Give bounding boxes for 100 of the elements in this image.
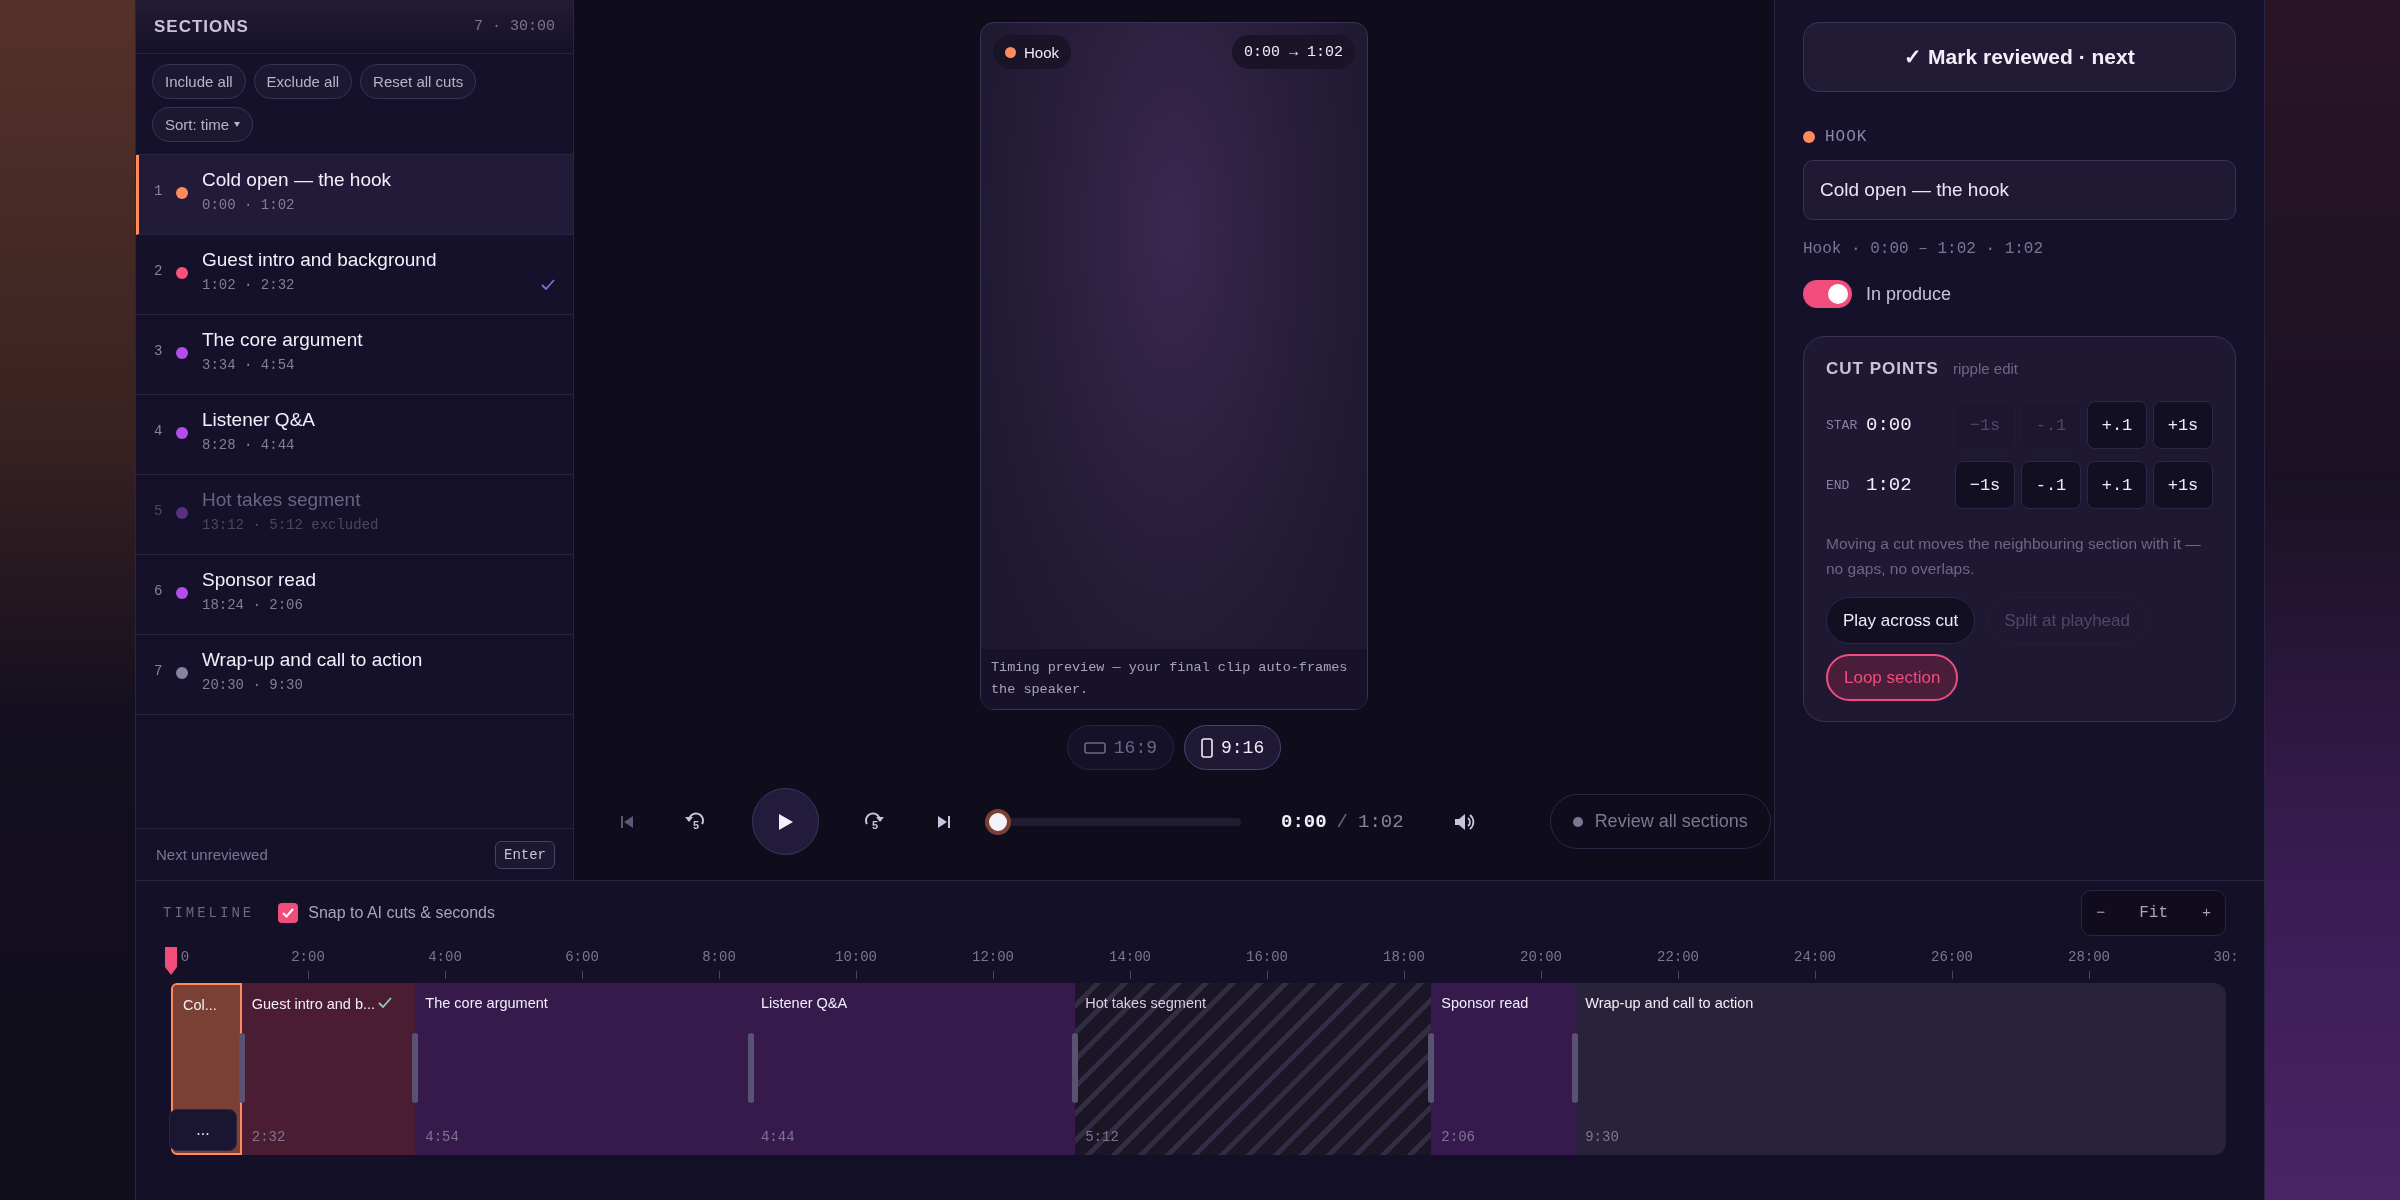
segment-title: Col... — [183, 997, 217, 1013]
sort-button[interactable]: Sort: time — [152, 107, 254, 142]
section-number: 7 — [154, 663, 164, 679]
cut-time: 0:00 — [1866, 414, 1912, 436]
cut-label: END — [1826, 477, 1851, 493]
resize-handle[interactable] — [412, 1033, 419, 1103]
bulk-action-button[interactable]: Reset all cuts — [360, 64, 477, 99]
segment-duration: 4:54 — [425, 1129, 460, 1145]
resize-handle[interactable] — [1428, 1033, 1435, 1103]
section-name-field[interactable]: Cold open — the hook — [1803, 160, 2236, 220]
section-number: 6 — [154, 583, 164, 599]
resize-handle[interactable] — [1072, 1033, 1079, 1103]
scrubber-slider[interactable] — [985, 808, 1241, 835]
timeline-segment[interactable]: The core argument 4:54 — [415, 983, 751, 1155]
segment-duration: 5:12 — [1085, 1129, 1120, 1145]
include-toggle[interactable] — [1803, 280, 1852, 308]
segment-title: The core argument — [425, 995, 548, 1011]
tick-label: 20:00 — [1520, 949, 1562, 965]
overflow-menu[interactable]: ... — [169, 1109, 237, 1151]
section-time: 20:30 · 9:30 — [202, 677, 304, 693]
status-dot — [1572, 816, 1583, 827]
timeline-segment[interactable]: Guest intro and b... 2:32 — [241, 983, 416, 1155]
cut-action-button[interactable]: Loop section — [1826, 654, 1959, 701]
resize-handle[interactable] — [238, 1033, 245, 1103]
check-icon — [541, 279, 555, 291]
section-title: Wrap-up and call to action — [202, 649, 424, 671]
playhead-handle[interactable] — [165, 947, 177, 975]
resize-handle[interactable] — [747, 1033, 754, 1103]
section-row[interactable]: 6 Sponsor read 18:24 · 2:06 — [136, 555, 573, 635]
portrait-icon — [1201, 737, 1213, 758]
key-hint: Enter — [495, 840, 555, 869]
help-text: Moving a cut moves the neighbouring section with it — no gaps, no overlaps. — [1826, 534, 2202, 579]
nudge-button[interactable]: +1s — [2153, 401, 2213, 449]
tick-label: 26:00 — [1931, 949, 1973, 965]
segment-duration: 9:30 — [1585, 1129, 1620, 1145]
section-number: 5 — [154, 503, 164, 519]
snap-checkbox[interactable] — [278, 903, 299, 923]
tick-label: 4:00 — [428, 949, 462, 965]
nudge-button[interactable]: -.1 — [2021, 461, 2081, 509]
preview-caption: Timing preview — your final clip auto-frames the speaker. — [981, 649, 1367, 709]
nudge-button[interactable]: +.1 — [2087, 401, 2147, 449]
timeline-segment[interactable]: Wrap-up and call to action 9:30 — [1575, 983, 2226, 1155]
card-title: CUT POINTS — [1826, 359, 1939, 379]
checkmark-icon — [282, 908, 295, 918]
section-title: Guest intro and background — [202, 249, 438, 271]
mark-reviewed-button[interactable]: ✓ Mark reviewed · next — [1803, 22, 2236, 92]
cut-time: 1:02 — [1866, 474, 1912, 496]
bulk-action-button[interactable]: Include all — [152, 64, 246, 99]
resize-handle[interactable] — [1572, 1033, 1579, 1103]
tick-label: 22:00 — [1657, 949, 1699, 965]
nudge-button[interactable]: +.1 — [2087, 461, 2147, 509]
section-details: Hook · 0:00 – 1:02 · 1:02 — [1803, 240, 2045, 258]
snap-label: Snap to AI cuts & seconds — [308, 904, 495, 922]
tick-label: 8:00 — [702, 949, 736, 965]
time-range: 0:00 → 1:02 — [1231, 35, 1355, 69]
review-all-button[interactable]: Review all sections — [1549, 794, 1771, 849]
tick-label: 28:00 — [2068, 949, 2110, 965]
play-icon — [777, 812, 794, 831]
fit-button[interactable]: Fit — [2139, 904, 2168, 922]
category-label: HOOK — [1825, 128, 1868, 146]
tick-label: 24:00 — [1794, 949, 1836, 965]
caret-icon — [234, 122, 241, 127]
segment-title: Guest intro and b... — [251, 996, 376, 1012]
section-number: 3 — [154, 343, 164, 359]
forward-button[interactable]: 5 — [861, 812, 887, 831]
zoom-out-button[interactable]: − — [2096, 904, 2106, 922]
excluded-segment[interactable]: Hot takes segment 5:12 — [1075, 983, 1432, 1155]
scrubber-thumb[interactable] — [985, 808, 1011, 835]
cut-action-button[interactable]: Play across cut — [1826, 597, 1976, 644]
section-row[interactable]: 1 Cold open — the hook 0:00 · 1:02 — [136, 155, 573, 235]
cut-label: STAR — [1826, 417, 1859, 433]
segment-title: Listener Q&A — [760, 995, 848, 1011]
segment-duration: 2:06 — [1441, 1129, 1476, 1145]
section-title: Listener Q&A — [202, 409, 316, 431]
section-number: 1 — [154, 183, 164, 199]
time-separator: / — [1336, 810, 1348, 833]
section-title: Cold open — the hook — [202, 169, 393, 191]
tick-label: 6:00 — [565, 949, 599, 965]
check-icon — [378, 997, 393, 1009]
nudge-button[interactable]: −1s — [1955, 461, 2015, 509]
section-number: 4 — [154, 423, 164, 439]
zoom-in-button[interactable]: + — [2202, 904, 2211, 922]
section-row[interactable]: 7 Wrap-up and call to action 20:30 · 9:30 — [136, 635, 573, 715]
aspect-button[interactable]: 9:16 — [1184, 725, 1282, 770]
section-title: The core argument — [202, 329, 364, 351]
rewind-button[interactable]: 5 — [682, 812, 708, 831]
section-row[interactable]: 4 Listener Q&A 8:28 · 4:44 — [136, 395, 573, 475]
skip-end-icon — [937, 814, 951, 829]
section-row[interactable]: 3 The core argument 3:34 · 4:54 — [136, 315, 573, 395]
nudge-button[interactable]: +1s — [2153, 461, 2213, 509]
section-time: 13:12 · 5:12 excluded — [202, 517, 380, 533]
landscape-icon — [1083, 741, 1106, 754]
segment-title: Hot takes segment — [1085, 995, 1207, 1011]
timeline-segment[interactable]: Sponsor read 2:06 — [1431, 983, 1576, 1155]
timeline-segment[interactable]: Listener Q&A 4:44 — [750, 983, 1076, 1155]
footer-hint: Next unreviewed — [156, 846, 268, 863]
tick-label: 2:00 — [291, 949, 325, 965]
bulk-action-button[interactable]: Exclude all — [253, 64, 353, 99]
section-row[interactable]: 2 Guest intro and background 1:02 · 2:32 — [136, 235, 573, 315]
total-time: 1:02 — [1358, 810, 1404, 833]
